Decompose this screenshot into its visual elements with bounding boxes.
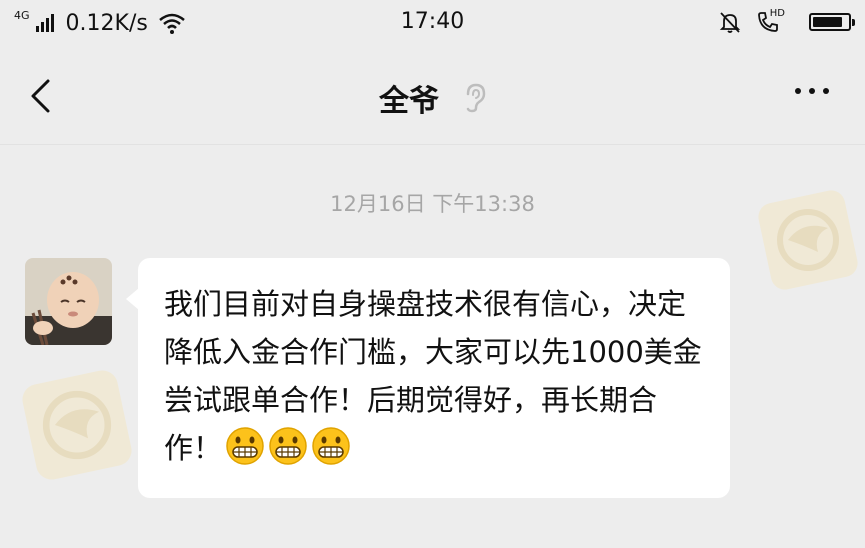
ear-icon	[466, 83, 486, 113]
title-group: 全爷	[0, 76, 865, 120]
chat-header: 全爷	[0, 48, 865, 145]
watermark-logo-icon	[22, 370, 132, 480]
mute-bell-icon	[719, 12, 740, 33]
hd-label: HD	[769, 7, 785, 19]
grinning-face-emoji	[226, 427, 264, 465]
ellipsis-icon[interactable]	[795, 88, 829, 94]
status-right: HD	[718, 6, 855, 38]
message-timestamp: 12月16日 下午13:38	[330, 192, 535, 216]
message-bubble[interactable]: 我们目前对自身操盘技术很有信心，决定降低入金合作门槛，大家可以先1000美金尝试…	[126, 258, 730, 498]
battery-icon	[809, 13, 855, 31]
status-bar: 4G 0.12K/s 17:40 HD	[0, 0, 865, 48]
grinning-face-emoji	[269, 427, 307, 465]
chat-area: 12月16日 下午13:38 我们目前对自身操盘技术很有信心，决定降低入金合作门…	[0, 145, 865, 548]
contact-avatar[interactable]	[25, 258, 112, 345]
grinning-face-emoji	[312, 427, 350, 465]
battery-fill	[813, 17, 842, 27]
chat-title: 全爷	[378, 84, 439, 119]
hd-call-group: HD	[756, 7, 795, 34]
